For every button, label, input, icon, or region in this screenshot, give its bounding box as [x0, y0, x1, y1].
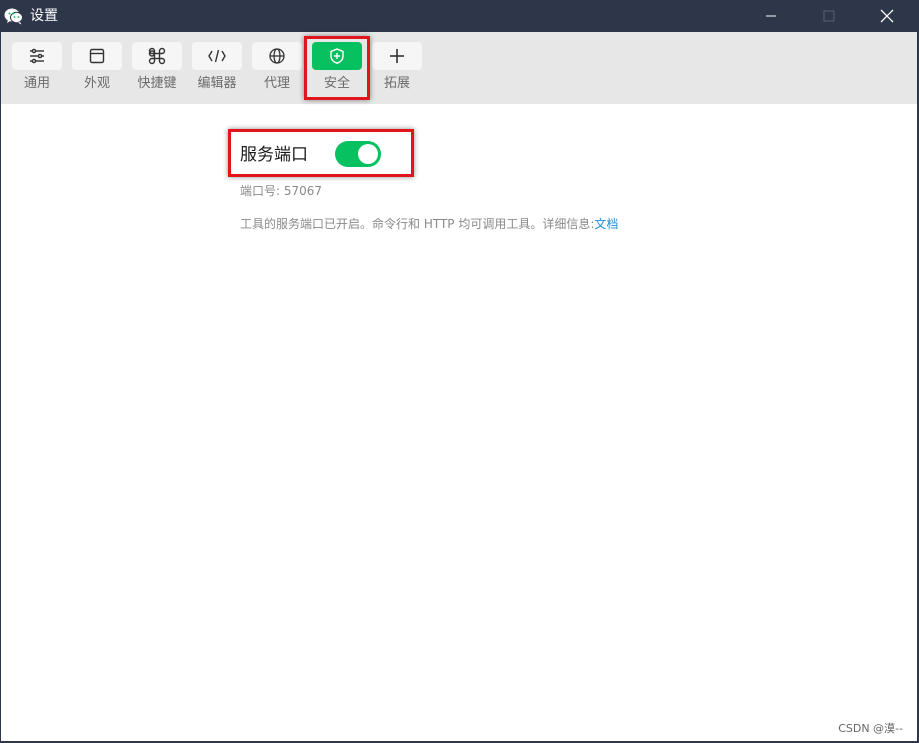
title-bar: 设置: [0, 0, 919, 32]
service-port-toggle[interactable]: [335, 141, 381, 167]
code-icon: [208, 49, 226, 63]
tab-editor[interactable]: 编辑器: [191, 42, 243, 100]
tab-general[interactable]: 通用: [11, 42, 63, 100]
description-text: 工具的服务端口已开启。命令行和 HTTP 均可调用工具。详细信息:: [240, 217, 595, 231]
maximize-icon: [823, 10, 835, 22]
tab-extend-label: 拓展: [383, 76, 410, 91]
tab-extend[interactable]: 拓展: [371, 42, 423, 100]
tab-appearance-icon-box: [72, 42, 122, 70]
close-icon: [880, 9, 894, 23]
minimize-icon: [766, 15, 776, 17]
maximize-button[interactable]: [806, 0, 852, 32]
toggle-knob: [358, 144, 378, 164]
docs-link[interactable]: 文档: [594, 217, 618, 231]
globe-icon: [269, 48, 285, 64]
command-key-icon: [148, 47, 166, 65]
port-number-line: 端口号: 57067: [240, 183, 322, 199]
window-icon: [89, 48, 105, 64]
tab-proxy[interactable]: 代理: [251, 42, 303, 100]
service-port-title: 服务端口: [240, 145, 308, 165]
settings-toolbar: 通用 外观 快捷键 编辑器 代理 安全 拓展: [0, 32, 918, 104]
port-value: 57067: [283, 184, 323, 198]
close-button[interactable]: [864, 0, 910, 32]
window-title: 设置: [30, 8, 58, 24]
tab-shortcuts-icon-box: [132, 42, 182, 70]
tab-editor-icon-box: [192, 42, 242, 70]
service-port-description: 工具的服务端口已开启。命令行和 HTTP 均可调用工具。详细信息:文档: [240, 216, 618, 232]
tab-general-icon-box: [12, 42, 62, 70]
port-label: 端口号:: [240, 184, 281, 198]
tab-appearance[interactable]: 外观: [71, 42, 123, 100]
tab-security[interactable]: 安全: [311, 42, 363, 100]
window-frame-left: [0, 104, 1, 743]
minimize-button[interactable]: [748, 0, 794, 32]
plus-icon: [390, 49, 404, 63]
wechat-devtools-icon: [4, 8, 23, 25]
tab-extend-icon-box: [372, 42, 422, 70]
watermark: CSDN @漠--: [838, 722, 903, 735]
tab-shortcuts[interactable]: 快捷键: [131, 42, 183, 100]
tab-proxy-icon-box: [252, 42, 302, 70]
shield-icon: [330, 48, 344, 64]
sliders-icon: [30, 48, 44, 64]
tab-security-icon-box: [312, 42, 362, 70]
